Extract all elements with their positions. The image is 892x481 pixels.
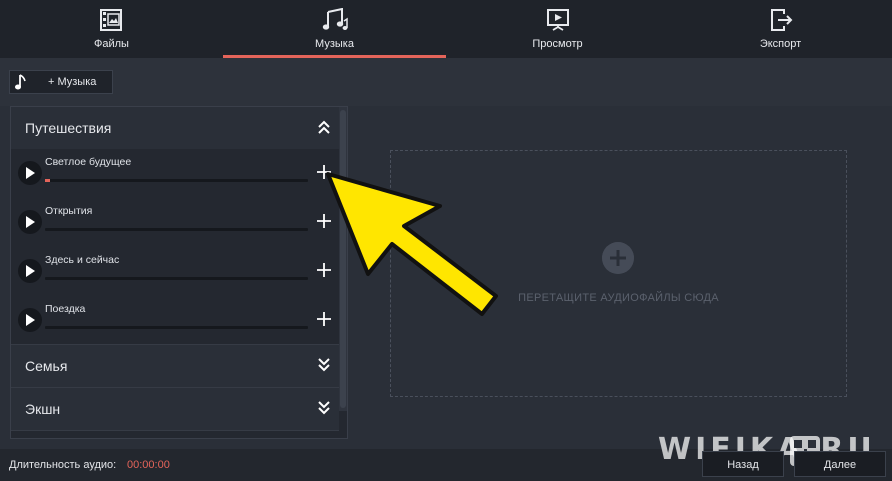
category-family-title: Семья [25,358,68,374]
drop-zone-text: ПЕРЕТАЩИТЕ АУДИОФАЙЛЫ СЮДА [518,292,719,304]
play-button[interactable] [18,161,42,185]
track-progress-bar[interactable] [45,277,308,280]
tab-export-label: Экспорт [759,38,802,50]
play-icon [26,167,35,179]
tab-files[interactable]: Файлы [0,0,223,58]
music-note-icon [15,74,26,90]
next-button-label: Далее [823,459,857,471]
tab-music-label: Музыка [315,38,354,50]
add-track-plus-icon[interactable] [315,261,333,279]
music-icon [322,8,348,30]
category-travel-title: Путешествия [25,120,112,136]
category-family-header[interactable]: Семья [11,345,339,387]
music-library-panel: Путешествия Светлое будущее Открытия Зде… [11,107,347,438]
add-circle-icon [602,242,634,274]
add-track-plus-icon[interactable] [315,212,333,230]
add-track-plus-icon[interactable] [315,310,333,328]
tab-export[interactable]: Экспорт [669,0,892,58]
track-name: Поездка [45,303,86,315]
files-icon [99,9,122,31]
audio-duration-value: 00:00:00 [127,459,170,471]
chevron-down-icon [318,358,330,372]
category-action-title: Экшн [25,401,61,417]
library-scrollbar-thumb[interactable] [340,110,346,408]
divider [11,430,339,431]
play-icon [26,216,35,228]
play-button[interactable] [18,308,42,332]
next-button[interactable]: Далее [794,451,886,477]
tab-preview-label: Просмотр [532,38,583,50]
audio-drop-zone[interactable]: ПЕРЕТАЩИТЕ АУДИОФАЙЛЫ СЮДА [390,150,847,397]
play-icon [26,265,35,277]
category-travel-header[interactable]: Путешествия [11,107,339,149]
tab-preview[interactable]: Просмотр [446,0,669,58]
track-progress-bar[interactable] [45,326,308,329]
track-item: Здесь и сейчас [11,247,339,296]
add-music-button[interactable]: + Музыка [9,70,113,94]
play-button[interactable] [18,210,42,234]
audio-duration-label: Длительность аудио: [9,459,117,471]
track-name: Открытия [45,205,93,217]
category-action-header[interactable]: Экшн [11,388,339,430]
back-button-label: Назад [727,459,759,471]
preview-icon [546,9,569,31]
back-button[interactable]: Назад [702,451,784,477]
track-progress-bar[interactable] [45,179,308,182]
track-progress-bar[interactable] [45,228,308,231]
tab-music[interactable]: Музыка [223,0,446,58]
add-music-label: + Музыка [48,76,97,88]
track-item: Поездка [11,296,339,345]
track-progress-fill [45,179,51,182]
play-button[interactable] [18,259,42,283]
chevron-up-icon [318,120,330,134]
track-name: Здесь и сейчас [45,254,120,266]
top-navigation: Файлы Музыка Просмотр Экспорт [0,0,892,58]
music-toolbar [0,58,892,106]
play-icon [26,314,35,326]
add-track-plus-icon[interactable] [315,163,333,181]
chevron-down-icon [318,401,330,415]
track-name: Светлое будущее [45,156,132,168]
export-icon [770,9,792,31]
tab-files-label: Файлы [94,38,129,50]
track-item: Открытия [11,198,339,247]
track-item: Светлое будущее [11,149,339,198]
